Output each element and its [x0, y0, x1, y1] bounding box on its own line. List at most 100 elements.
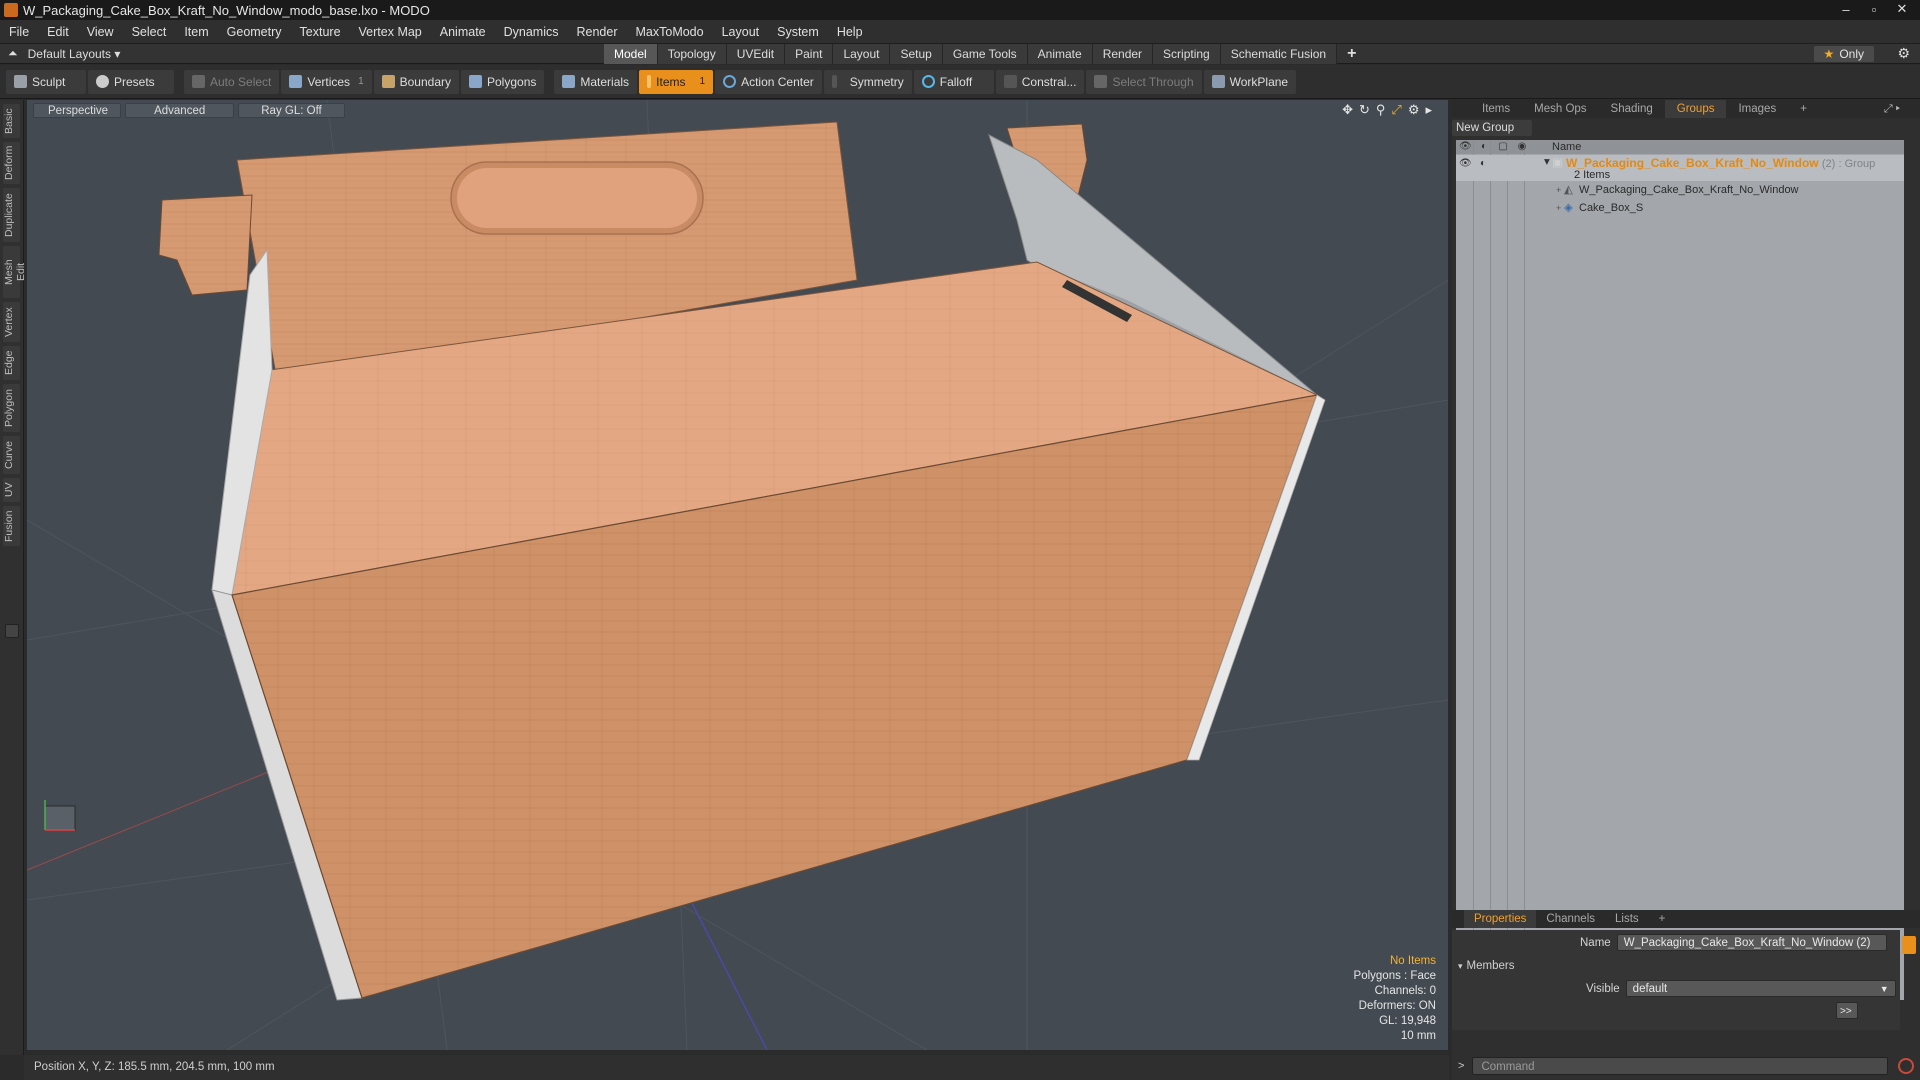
minimize-button[interactable]: ‒ [1832, 0, 1860, 18]
menu-view[interactable]: View [78, 25, 123, 39]
polygons-button[interactable]: Polygons [461, 69, 545, 94]
gear-icon[interactable]: ⚙ [1897, 45, 1910, 62]
select-through-button[interactable]: Select Through [1086, 69, 1202, 94]
shading-mode-advanced[interactable]: Advanced [125, 102, 235, 118]
visibility-column-icon[interactable]: 👁 [1459, 142, 1472, 152]
falloff-button[interactable]: Falloff [913, 69, 994, 94]
tab-animate[interactable]: Animate [1027, 44, 1093, 64]
menu-system[interactable]: System [768, 25, 828, 39]
menu-maxtomodo[interactable]: MaxToModo [627, 25, 713, 39]
fit-view-icon[interactable]: ⤢ [1391, 102, 1401, 118]
tab-properties[interactable]: Properties [1464, 910, 1537, 928]
left-tab-edge[interactable]: Edge [3, 346, 20, 380]
properties-options-button[interactable] [1902, 936, 1916, 954]
left-tab-mesh-edit[interactable]: Mesh Edit [3, 246, 27, 298]
new-group-button[interactable]: New Group [1452, 120, 1532, 136]
items-button[interactable]: Items 1 [639, 69, 714, 94]
ray-gl-toggle[interactable]: Ray GL: Off [238, 102, 345, 118]
group-child-row[interactable]: + ◈ Cake_Box_S [1456, 200, 1904, 217]
render-column-icon[interactable]: ◐ [1478, 142, 1490, 152]
maximize-button[interactable]: ▫ [1860, 0, 1888, 18]
group-visible-icon[interactable]: 👁 [1459, 159, 1472, 169]
panel-options-icon[interactable]: ⤢ ▸ [1872, 100, 1912, 118]
menu-dynamics[interactable]: Dynamics [495, 25, 568, 39]
tab-topology[interactable]: Topology [657, 44, 727, 64]
menu-render[interactable]: Render [568, 25, 627, 39]
menu-edit[interactable]: Edit [38, 25, 78, 39]
lock-column-icon[interactable]: ▢ [1497, 142, 1509, 152]
tab-paint[interactable]: Paint [785, 44, 834, 64]
viewport-expand-icon[interactable]: ▸ [1425, 102, 1432, 118]
left-tab-basic[interactable]: Basic [3, 104, 20, 138]
left-panel-toggle[interactable] [5, 624, 19, 638]
menu-layout[interactable]: Layout [713, 25, 769, 39]
visible-dropdown[interactable]: default ▼ [1625, 980, 1896, 997]
select-column-icon[interactable]: ◉ [1516, 142, 1528, 152]
move-view-icon[interactable]: ✥ [1342, 102, 1353, 118]
menu-select[interactable]: Select [123, 25, 176, 39]
workplane-button[interactable]: WorkPlane [1203, 69, 1297, 94]
auto-select-button[interactable]: Auto Select [184, 69, 280, 94]
tab-schematic-fusion[interactable]: Schematic Fusion [1220, 44, 1338, 64]
tab-render[interactable]: Render [1092, 44, 1154, 64]
groups-list[interactable]: 👁 ◐ ▢ ◉ Name 👁 ◐ ▾ ▣ W_Packaging_Cake_Bo… [1456, 140, 1904, 1000]
members-expand-icon[interactable]: ▾ [1458, 961, 1463, 971]
action-center-button[interactable]: Action Center [715, 69, 822, 94]
left-tab-uv[interactable]: UV [3, 478, 20, 502]
menu-vertex-map[interactable]: Vertex Map [350, 25, 431, 39]
tab-model[interactable]: Model [604, 44, 658, 64]
group-child-row[interactable]: + ◭ W_Packaging_Cake_Box_Kraft_No_Window [1456, 182, 1904, 199]
add-tab-button[interactable]: + [1337, 44, 1366, 64]
tab-items[interactable]: Items [1470, 100, 1522, 118]
tab-uvedit[interactable]: UVEdit [726, 44, 786, 64]
viewport-scene[interactable] [27, 100, 1448, 1050]
sculpt-button[interactable]: Sculpt [6, 69, 86, 94]
menu-file[interactable]: File [0, 25, 38, 39]
viewport-settings-icon[interactable]: ⚙ [1408, 102, 1420, 118]
add-properties-tab-button[interactable]: + [1649, 910, 1676, 928]
group-row[interactable]: 👁 ◐ ▾ ▣ W_Packaging_Cake_Box_Kraft_No_Wi… [1456, 155, 1904, 181]
tab-channels[interactable]: Channels [1536, 910, 1605, 928]
left-tab-curve[interactable]: Curve [3, 436, 20, 474]
stop-icon[interactable] [1898, 1058, 1915, 1074]
left-tab-fusion[interactable]: Fusion [3, 506, 20, 546]
only-button[interactable]: ★ Only [1813, 46, 1874, 62]
tab-game-tools[interactable]: Game Tools [942, 44, 1028, 64]
left-tab-polygon[interactable]: Polygon [3, 384, 20, 432]
tab-images[interactable]: Images [1726, 100, 1788, 118]
left-tab-deform[interactable]: Deform [3, 142, 20, 184]
tab-lists[interactable]: Lists [1605, 910, 1649, 928]
view-mode-perspective[interactable]: Perspective [33, 102, 122, 118]
menu-geometry[interactable]: Geometry [218, 25, 291, 39]
menu-help[interactable]: Help [828, 25, 872, 39]
group-name-field[interactable]: W_Packaging_Cake_Box_Kraft_No_Window (2) [1616, 934, 1887, 951]
materials-button[interactable]: Materials [554, 69, 638, 94]
members-section[interactable]: ▾ Members [1458, 960, 1514, 972]
constraints-button[interactable]: Constrai... [995, 69, 1085, 94]
vertices-button[interactable]: Vertices 1 [281, 69, 372, 94]
add-scene-tab-button[interactable]: + [1788, 100, 1819, 118]
tab-groups[interactable]: Groups [1664, 100, 1727, 118]
tab-scripting[interactable]: Scripting [1153, 44, 1221, 64]
zoom-view-icon[interactable]: ⚲ [1376, 102, 1386, 118]
cake-box-model[interactable] [158, 121, 1326, 1001]
group-render-icon[interactable]: ◐ [1477, 159, 1489, 169]
rotate-view-icon[interactable]: ↻ [1359, 102, 1370, 118]
name-column-header[interactable]: Name [1552, 141, 1581, 153]
menu-item[interactable]: Item [175, 25, 217, 39]
more-button[interactable]: >> [1836, 1002, 1858, 1019]
3d-viewport[interactable]: Perspective Advanced Ray GL: Off ✥ ↻ ⚲ ⤢… [27, 100, 1448, 1050]
presets-button[interactable]: Presets [88, 69, 174, 94]
tab-layout[interactable]: Layout [833, 44, 891, 64]
tab-setup[interactable]: Setup [890, 44, 943, 64]
default-layouts-dropdown[interactable]: Default Layouts ▾ [28, 47, 121, 61]
layout-arrow-icon[interactable]: ⏶ [8, 46, 18, 61]
menu-animate[interactable]: Animate [431, 25, 495, 39]
boundary-button[interactable]: Boundary [373, 69, 459, 94]
symmetry-button[interactable]: Symmetry [823, 69, 912, 94]
command-input[interactable]: Command [1472, 1057, 1889, 1075]
menu-texture[interactable]: Texture [291, 25, 350, 39]
left-tab-vertex[interactable]: Vertex [3, 302, 20, 342]
close-button[interactable]: ✕ [1888, 0, 1916, 18]
tab-shading[interactable]: Shading [1599, 100, 1665, 118]
